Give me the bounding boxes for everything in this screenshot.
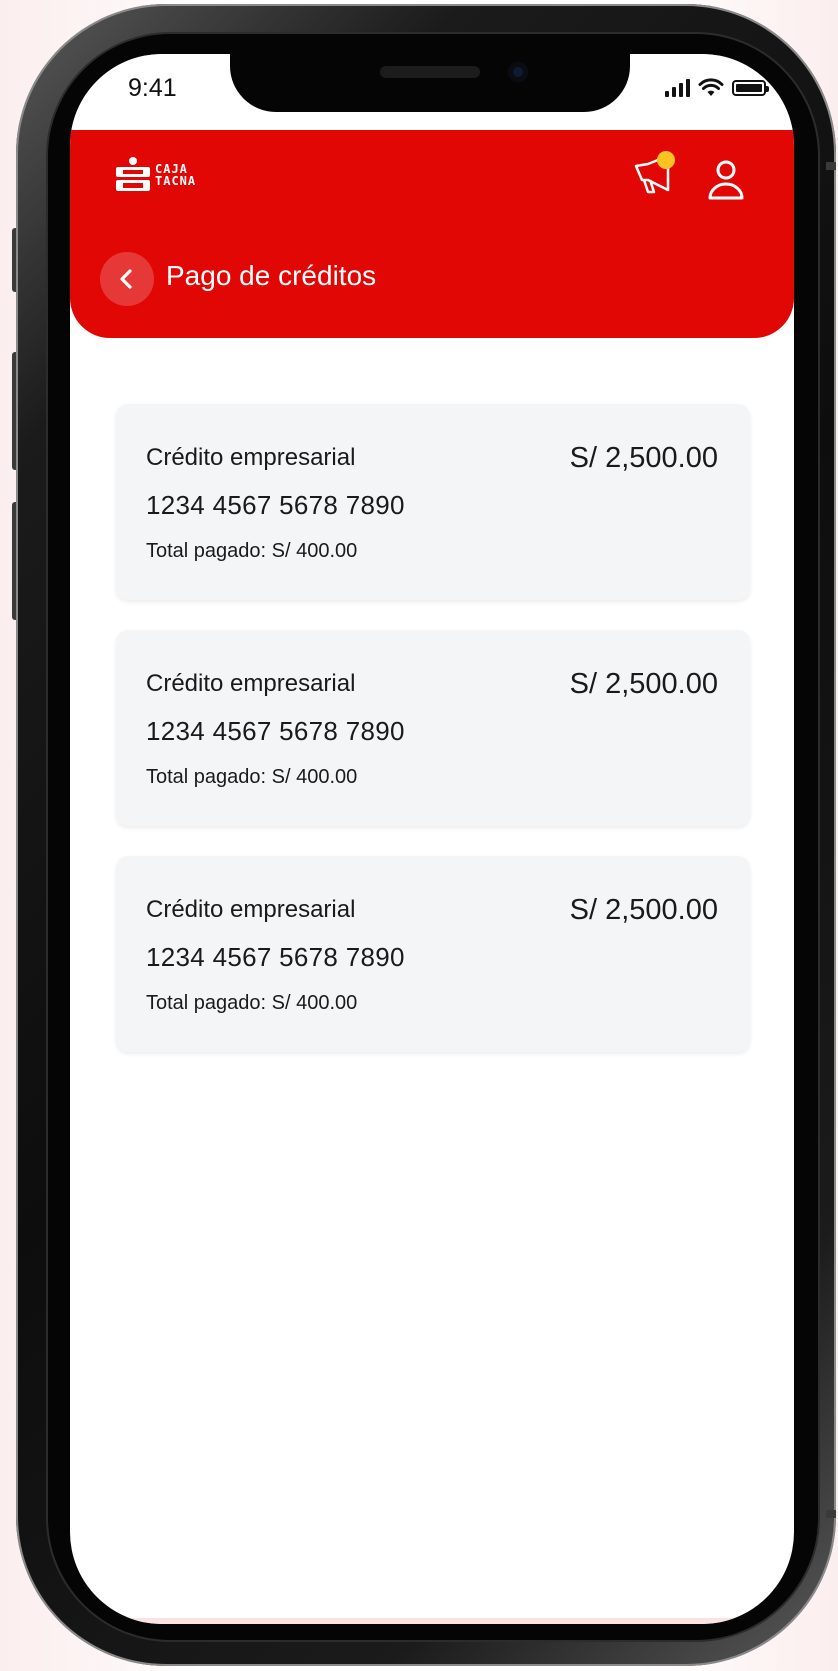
credit-total-paid: Total pagado: S/ 400.00 — [146, 766, 358, 788]
back-button[interactable] — [100, 252, 154, 306]
credit-total-paid: Total pagado: S/ 400.00 — [146, 992, 358, 1014]
mockup-background: 9:41 CAJA TACNA Pago de créditos Crédito… — [0, 0, 838, 1671]
phone-screen: 9:41 CAJA TACNA Pago de créditos Crédito… — [70, 54, 794, 1624]
credit-number: 1234 4567 5678 7890 — [146, 490, 405, 520]
credit-card-item[interactable]: Crédito empresarial S/ 2,500.00 1234 456… — [116, 856, 750, 1052]
battery-icon — [732, 80, 769, 96]
notch — [230, 54, 630, 112]
caja-tacna-logo: CAJA TACNA — [114, 156, 196, 194]
frame-antenna-band — [826, 1510, 836, 1518]
profile-button[interactable] — [706, 158, 746, 202]
status-icons — [665, 78, 769, 98]
screen-bottom-edge — [70, 1618, 794, 1624]
credit-number: 1234 4567 5678 7890 — [146, 942, 405, 972]
chevron-left-icon — [120, 269, 132, 289]
credit-amount: S/ 2,500.00 — [569, 668, 718, 700]
logo-text: CAJA TACNA — [155, 163, 196, 187]
credit-card-item[interactable]: Crédito empresarial S/ 2,500.00 1234 456… — [116, 630, 750, 826]
logo-mark-icon — [116, 157, 150, 191]
credit-number: 1234 4567 5678 7890 — [146, 716, 405, 746]
app-header: CAJA TACNA Pago de créditos — [70, 130, 794, 338]
wifi-icon — [698, 78, 724, 96]
cellular-signal-icon — [665, 79, 690, 97]
logo-line-2: TACNA — [155, 174, 197, 188]
credit-name: Crédito empresarial — [146, 444, 356, 471]
credit-name: Crédito empresarial — [146, 896, 356, 923]
status-time: 9:41 — [128, 74, 177, 102]
megaphone-icon — [634, 151, 675, 194]
page-title: Pago de créditos — [166, 260, 377, 291]
front-camera — [508, 62, 528, 82]
credit-card-item[interactable]: Crédito empresarial S/ 2,500.00 1234 456… — [116, 404, 750, 600]
notification-dot — [657, 151, 675, 169]
credit-name: Crédito empresarial — [146, 670, 356, 697]
earpiece-speaker — [380, 66, 480, 78]
credit-total-paid: Total pagado: S/ 400.00 — [146, 540, 358, 562]
frame-antenna-band — [826, 162, 836, 170]
credit-amount: S/ 2,500.00 — [569, 442, 718, 474]
promotions-button[interactable] — [630, 150, 680, 200]
credit-amount: S/ 2,500.00 — [569, 894, 718, 926]
user-icon — [708, 160, 744, 200]
